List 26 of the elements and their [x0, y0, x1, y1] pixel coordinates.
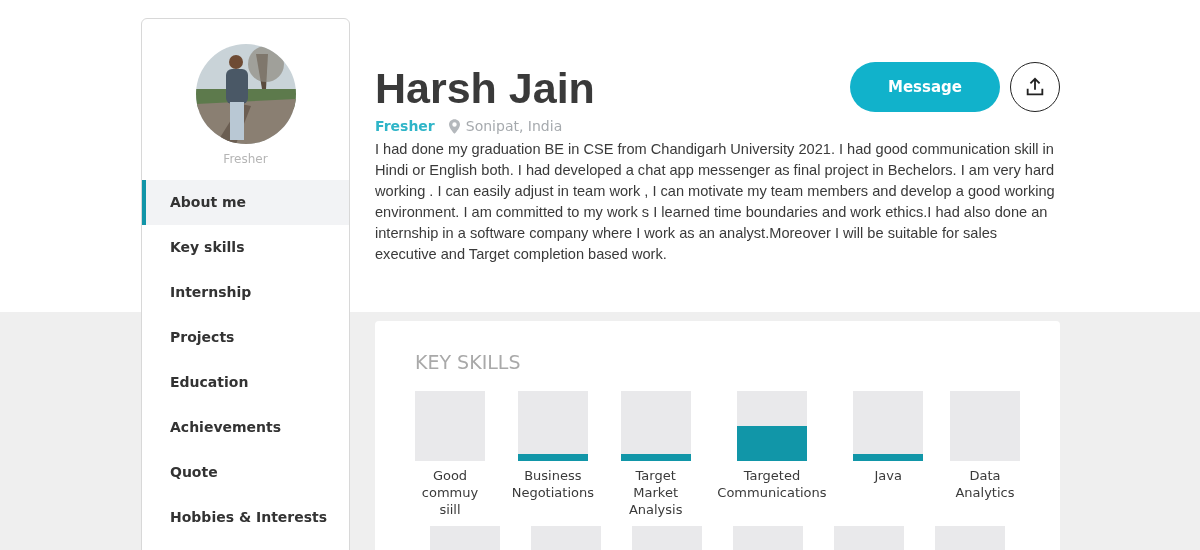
location-pin-icon — [448, 118, 460, 134]
sidebar-item[interactable]: Achievements — [142, 405, 349, 450]
skill-label: Targeted Communications — [717, 467, 827, 501]
share-icon — [1024, 76, 1046, 98]
sidebar-item[interactable]: Projects — [142, 315, 349, 360]
sidebar-item[interactable]: Key skills — [142, 225, 349, 270]
sidebar-item[interactable]: Hobbies & Interests — [142, 495, 349, 540]
sidebar-item[interactable]: Internship — [142, 270, 349, 315]
skill-label: Target Market Analysis — [628, 467, 683, 518]
skill-meter — [620, 391, 691, 461]
profile-caption: Fresher — [223, 152, 268, 166]
skill-label: Good commuy siill — [421, 467, 479, 518]
skill-meter — [736, 391, 807, 461]
skill-label: Java — [874, 467, 902, 484]
status-label: Fresher — [375, 118, 435, 134]
location-text: Sonipat, India — [465, 118, 563, 134]
sidebar-item[interactable]: Education — [142, 360, 349, 405]
skill-label: Data Analytics — [955, 467, 1015, 501]
skill-meter — [853, 391, 924, 461]
skill-label: Business Negotiations — [511, 467, 594, 501]
skill-meter — [517, 391, 588, 461]
section-title: KEY SKILLS — [415, 351, 522, 373]
about-text: I had done my graduation BE in CSE from Chandigarh University 2021. I had good communication skill in Hindi or English both. I had developed a chat app messenger as final project in Bechelors. I am very hard working . I can easily adjust in team work , I can motivate my team members and develop a good working environment. I am committed to my work s I learned time boundaries and work ethics.I had also done an internship in a software company where I work as an analyst.Moreover I will be suitable for sales executive and Target completion based work. — [375, 140, 1055, 264]
sidebar-item[interactable]: Quote — [142, 450, 349, 495]
profile-name: Harsh Jain — [375, 63, 595, 114]
sidebar-item[interactable]: About me — [142, 180, 349, 225]
